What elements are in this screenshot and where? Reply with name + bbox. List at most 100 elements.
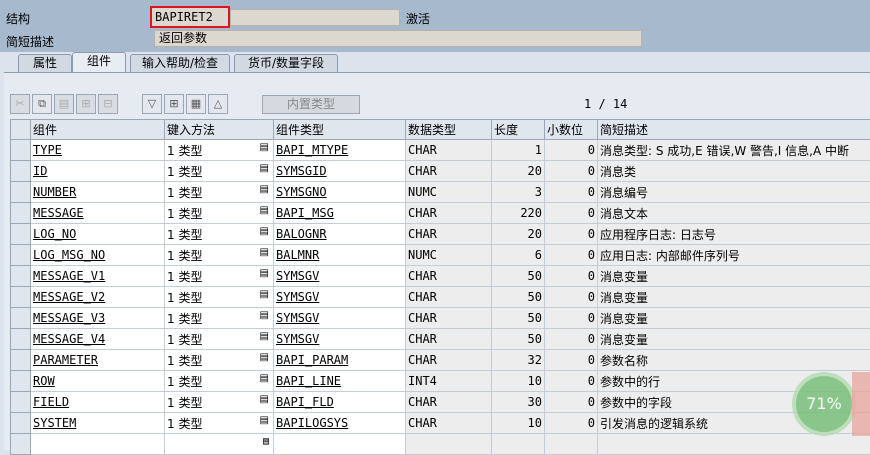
dropdown-icon[interactable]: ▤ <box>260 163 269 174</box>
component-cell[interactable]: ID <box>31 161 165 182</box>
row-selector[interactable] <box>11 266 31 287</box>
row-selector[interactable] <box>11 224 31 245</box>
row-selector[interactable] <box>11 434 31 455</box>
sort-icon[interactable]: △ <box>208 94 228 114</box>
row-selector[interactable] <box>11 203 31 224</box>
insert-row-icon[interactable]: ⊞ <box>76 94 96 114</box>
typing-method-cell[interactable]: 1 类型▤ <box>165 266 274 287</box>
table-row[interactable]: LOG_MSG_NO1 类型▤BALMNRNUMC60应用日志: 内部邮件序列号 <box>11 245 870 266</box>
row-selector[interactable] <box>11 287 31 308</box>
component-cell[interactable] <box>31 434 165 455</box>
table-row[interactable]: MESSAGE_V11 类型▤SYMSGVCHAR500消息变量 <box>11 266 870 287</box>
component-type-cell[interactable]: BALOGNR <box>274 224 406 245</box>
row-selector[interactable] <box>11 329 31 350</box>
component-type-cell[interactable]: BALMNR <box>274 245 406 266</box>
col-header-component[interactable]: 组件 <box>31 120 165 140</box>
row-selector[interactable] <box>11 308 31 329</box>
tab-currency-fields[interactable]: 货币/数量字段 <box>234 54 338 72</box>
dropdown-icon[interactable]: ▤ <box>260 415 269 426</box>
typing-method-cell[interactable]: 1 类型▤ <box>165 140 274 161</box>
row-selector[interactable] <box>11 140 31 161</box>
component-type-cell[interactable]: BAPI_LINE <box>274 371 406 392</box>
component-cell[interactable]: MESSAGE <box>31 203 165 224</box>
insert-field-icon[interactable]: ⊞ <box>164 94 184 114</box>
typing-method-cell[interactable]: 1 类型▤ <box>165 182 274 203</box>
component-cell[interactable]: MESSAGE_V2 <box>31 287 165 308</box>
typing-method-cell[interactable]: 1 类型▤ <box>165 413 274 434</box>
component-type-cell[interactable]: BAPI_FLD <box>274 392 406 413</box>
component-cell[interactable]: SYSTEM <box>31 413 165 434</box>
component-cell[interactable]: FIELD <box>31 392 165 413</box>
delete-row-icon[interactable]: ⊟ <box>98 94 118 114</box>
component-type-cell[interactable]: SYMSGV <box>274 308 406 329</box>
short-desc-field[interactable]: 返回参数 <box>154 30 642 47</box>
component-type-cell[interactable]: BAPI_PARAM <box>274 350 406 371</box>
typing-method-cell[interactable]: 1 类型▤ <box>165 203 274 224</box>
empty-table-row[interactable]: ▤ <box>11 434 870 455</box>
typing-method-cell[interactable]: 1 类型▤ <box>165 161 274 182</box>
dropdown-icon[interactable]: ▤ <box>260 373 269 384</box>
table-row[interactable]: ROW1 类型▤BAPI_LINEINT4100参数中的行 <box>11 371 870 392</box>
tab-input-help[interactable]: 输入帮助/检查 <box>130 54 230 72</box>
typing-method-cell[interactable]: 1 类型▤ <box>165 308 274 329</box>
component-type-cell[interactable]: BAPI_MSG <box>274 203 406 224</box>
col-header-component-type[interactable]: 组件类型 <box>274 120 406 140</box>
component-type-cell[interactable] <box>274 434 406 455</box>
table-row[interactable]: PARAMETER1 类型▤BAPI_PARAMCHAR320参数名称 <box>11 350 870 371</box>
dropdown-icon[interactable]: ▤ <box>260 394 269 405</box>
dropdown-icon[interactable]: ▤ <box>260 184 269 195</box>
table-row[interactable]: NUMBER1 类型▤SYMSGNONUMC30消息编号 <box>11 182 870 203</box>
row-selector[interactable] <box>11 392 31 413</box>
dropdown-icon[interactable]: ▤ <box>260 310 269 321</box>
component-type-cell[interactable]: SYMSGV <box>274 287 406 308</box>
table-row[interactable]: ID1 类型▤SYMSGIDCHAR200消息类 <box>11 161 870 182</box>
col-header-decimals[interactable]: 小数位 <box>545 120 598 140</box>
builtin-type-button[interactable]: 内置类型 <box>262 95 360 114</box>
dropdown-icon[interactable]: ▤ <box>260 226 269 237</box>
table-row[interactable]: MESSAGE1 类型▤BAPI_MSGCHAR2200消息文本 <box>11 203 870 224</box>
copy-icon[interactable]: ⧉ <box>32 94 52 114</box>
row-selector[interactable] <box>11 161 31 182</box>
table-row[interactable]: MESSAGE_V31 类型▤SYMSGVCHAR500消息变量 <box>11 308 870 329</box>
component-cell[interactable]: MESSAGE_V1 <box>31 266 165 287</box>
col-header-short-desc[interactable]: 简短描述 <box>598 120 870 140</box>
structure-name-field[interactable]: BAPIRET2 <box>150 6 230 28</box>
component-cell[interactable]: LOG_MSG_NO <box>31 245 165 266</box>
typing-method-cell[interactable]: 1 类型▤ <box>165 224 274 245</box>
component-cell[interactable]: TYPE <box>31 140 165 161</box>
component-cell[interactable]: MESSAGE_V3 <box>31 308 165 329</box>
component-type-cell[interactable]: SYMSGID <box>274 161 406 182</box>
dropdown-icon[interactable]: ▤ <box>260 352 269 363</box>
table-row[interactable]: FIELD1 类型▤BAPI_FLDCHAR300参数中的字段 <box>11 392 870 413</box>
row-selector[interactable] <box>11 413 31 434</box>
dropdown-icon[interactable]: ▤ <box>260 142 269 153</box>
component-cell[interactable]: MESSAGE_V4 <box>31 329 165 350</box>
tab-components[interactable]: 组件 <box>72 52 126 72</box>
select-all-header[interactable] <box>11 120 31 140</box>
table-row[interactable]: SYSTEM1 类型▤BAPILOGSYSCHAR100引发消息的逻辑系统 <box>11 413 870 434</box>
component-cell[interactable]: LOG_NO <box>31 224 165 245</box>
typing-method-cell[interactable]: 1 类型▤ <box>165 350 274 371</box>
row-selector[interactable] <box>11 350 31 371</box>
component-cell[interactable]: PARAMETER <box>31 350 165 371</box>
dropdown-icon[interactable]: ▤ <box>260 289 269 300</box>
row-selector[interactable] <box>11 245 31 266</box>
component-cell[interactable]: NUMBER <box>31 182 165 203</box>
col-header-typing-method[interactable]: 键入方法 <box>165 120 274 140</box>
table-row[interactable]: MESSAGE_V21 类型▤SYMSGVCHAR500消息变量 <box>11 287 870 308</box>
typing-method-cell[interactable]: 1 类型▤ <box>165 392 274 413</box>
component-type-cell[interactable]: BAPILOGSYS <box>274 413 406 434</box>
row-selector[interactable] <box>11 371 31 392</box>
col-header-length[interactable]: 长度 <box>492 120 545 140</box>
dropdown-icon[interactable]: ▤ <box>260 331 269 342</box>
dropdown-icon[interactable]: ▤ <box>260 268 269 279</box>
component-cell[interactable]: ROW <box>31 371 165 392</box>
component-type-cell[interactable]: BAPI_MTYPE <box>274 140 406 161</box>
table-row[interactable]: LOG_NO1 类型▤BALOGNRCHAR200应用程序日志: 日志号 <box>11 224 870 245</box>
filter-icon[interactable]: ▽ <box>142 94 162 114</box>
typing-method-cell[interactable]: 1 类型▤ <box>165 245 274 266</box>
paste-icon[interactable]: ▤ <box>54 94 74 114</box>
table-row[interactable]: TYPE1 类型▤BAPI_MTYPECHAR10消息类型: S 成功,E 错误… <box>11 140 870 161</box>
typing-method-cell[interactable]: ▤ <box>165 434 274 455</box>
row-selector[interactable] <box>11 182 31 203</box>
